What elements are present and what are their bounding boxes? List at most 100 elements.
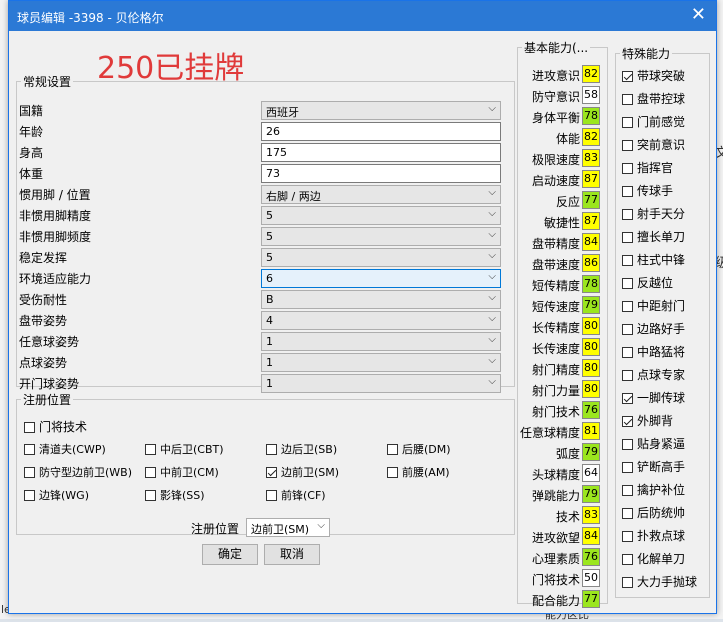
- ok-button[interactable]: 确定: [202, 544, 258, 565]
- ability-name: 配合能力: [531, 594, 580, 608]
- setting-select[interactable]: 5 ⌵: [261, 227, 501, 246]
- ability-value[interactable]: 76: [582, 548, 600, 566]
- registered-position-select[interactable]: 边前卫(SM) ⌵: [246, 518, 330, 537]
- setting-select[interactable]: 6 ⌵: [261, 269, 501, 288]
- position-checkbox[interactable]: 清道夫(CWP): [24, 441, 106, 457]
- special-ability-checkbox[interactable]: 门前感觉: [622, 113, 685, 135]
- setting-row: 环境适应能力 6 ⌵: [17, 268, 507, 288]
- setting-select[interactable]: B ⌵: [261, 290, 501, 309]
- ability-row: 长传速度 80: [502, 337, 602, 358]
- special-ability-checkbox[interactable]: 外脚背: [622, 412, 673, 434]
- chevron-down-icon: ⌵: [488, 229, 496, 240]
- position-checkbox[interactable]: 中前卫(CM): [145, 464, 219, 480]
- ability-row: 配合能力 77: [502, 589, 602, 610]
- ability-value[interactable]: 77: [582, 191, 600, 209]
- position-checkbox[interactable]: 边后卫(SB): [266, 441, 337, 457]
- special-ability-checkbox[interactable]: 铲断高手: [622, 458, 685, 480]
- position-checkbox[interactable]: 门将技术: [24, 418, 87, 435]
- special-abilities-group: 特殊能力 带球突破 盘带控球 门前感觉 突前意识 指挥官 传球手 射手天分 擅长单刀 柱式中锋反…: [615, 45, 710, 598]
- setting-select[interactable]: 5 ⌵: [261, 206, 501, 225]
- special-ability-checkbox[interactable]: 射手天分: [622, 205, 685, 227]
- ability-value[interactable]: 58: [582, 86, 600, 104]
- setting-select[interactable]: 右脚 / 两边 ⌵: [261, 185, 501, 204]
- ability-name: 长传速度: [531, 342, 580, 356]
- position-checkbox[interactable]: 边锋(WG): [24, 487, 89, 503]
- special-ability-checkbox[interactable]: 边路好手: [622, 320, 685, 342]
- special-ability-label: 带球突破: [637, 69, 686, 83]
- ability-value[interactable]: 84: [582, 233, 600, 251]
- special-ability-checkbox[interactable]: 化解单刀: [622, 550, 685, 572]
- setting-row: 稳定发挥 5 ⌵: [17, 247, 507, 267]
- special-ability-checkbox[interactable]: 中距射门: [622, 297, 685, 319]
- ability-value[interactable]: 79: [582, 296, 600, 314]
- ability-value[interactable]: 82: [582, 128, 600, 146]
- position-checkbox[interactable]: 前锋(CF): [266, 487, 326, 503]
- position-label: 前腰(AM): [402, 466, 450, 479]
- special-ability-checkbox[interactable]: 柱式中锋: [622, 251, 685, 273]
- ability-value[interactable]: 80: [582, 380, 600, 398]
- setting-input[interactable]: 73: [261, 164, 501, 183]
- position-checkbox[interactable]: 影锋(SS): [145, 487, 205, 503]
- checkbox-icon: [622, 186, 633, 197]
- special-ability-checkbox[interactable]: 盘带控球: [622, 90, 685, 112]
- special-ability-checkbox[interactable]: 后防统帅: [622, 504, 685, 526]
- ability-value[interactable]: 82: [582, 65, 600, 83]
- special-ability-checkbox[interactable]: 擅长单刀: [622, 228, 685, 250]
- ability-value[interactable]: 79: [582, 485, 600, 503]
- close-icon[interactable]: ✕: [691, 5, 706, 25]
- ability-value[interactable]: 80: [582, 338, 600, 356]
- ability-value[interactable]: 87: [582, 212, 600, 230]
- special-ability-checkbox[interactable]: 突前意识: [622, 136, 685, 158]
- setting-select[interactable]: 1 ⌵: [261, 353, 501, 372]
- ability-value[interactable]: 81: [582, 422, 600, 440]
- chevron-down-icon: ⌵: [488, 208, 496, 219]
- cancel-button[interactable]: 取消: [264, 544, 320, 565]
- setting-select[interactable]: 西班牙 ⌵: [261, 101, 501, 120]
- checkbox-icon: [266, 467, 277, 478]
- position-checkbox[interactable]: 中后卫(CBT): [145, 441, 224, 457]
- ability-value[interactable]: 83: [582, 149, 600, 167]
- ability-value[interactable]: 64: [582, 464, 600, 482]
- special-ability-checkbox[interactable]: 扑救点球: [622, 527, 685, 549]
- special-ability-checkbox[interactable]: 指挥官: [622, 159, 673, 181]
- ability-row: 射门技术 76: [502, 400, 602, 421]
- ability-name: 反应: [555, 195, 580, 209]
- setting-input[interactable]: 175: [261, 143, 501, 162]
- special-ability-checkbox[interactable]: 擒护补位: [622, 481, 685, 503]
- setting-select[interactable]: 1 ⌵: [261, 332, 501, 351]
- ability-value[interactable]: 80: [582, 317, 600, 335]
- ability-value[interactable]: 50: [582, 569, 600, 587]
- setting-select[interactable]: 4 ⌵: [261, 311, 501, 330]
- ability-value[interactable]: 87: [582, 170, 600, 188]
- position-checkbox[interactable]: 前腰(AM): [387, 464, 450, 480]
- special-ability-checkbox[interactable]: 传球手: [622, 182, 673, 204]
- special-ability-checkbox[interactable]: 反越位: [622, 274, 673, 296]
- ability-value[interactable]: 80: [582, 359, 600, 377]
- setting-value: 5: [266, 251, 273, 264]
- special-ability-checkbox[interactable]: 带球突破: [622, 67, 685, 89]
- ability-value[interactable]: 76: [582, 401, 600, 419]
- ability-value[interactable]: 86: [582, 254, 600, 272]
- position-checkbox[interactable]: 防守型边前卫(WB): [24, 464, 132, 480]
- position-checkbox[interactable]: 边前卫(SM): [266, 464, 339, 480]
- special-ability-checkbox[interactable]: 点球专家: [622, 366, 685, 388]
- special-ability-checkbox[interactable]: 大力手抛球: [622, 573, 697, 595]
- ability-value[interactable]: 83: [582, 506, 600, 524]
- ability-value[interactable]: 84: [582, 527, 600, 545]
- special-ability-checkbox[interactable]: 中路猛将: [622, 343, 685, 365]
- ability-value[interactable]: 77: [582, 590, 600, 608]
- special-ability-checkbox[interactable]: 贴身紧逼: [622, 435, 685, 457]
- ability-value[interactable]: 78: [582, 275, 600, 293]
- setting-row: 开门球姿势 1 ⌵: [17, 373, 507, 393]
- ability-row: 长传精度 80: [502, 316, 602, 337]
- ability-row: 启动速度 87: [502, 169, 602, 190]
- ability-value[interactable]: 79: [582, 443, 600, 461]
- setting-input[interactable]: 26: [261, 122, 501, 141]
- setting-value: 5: [266, 209, 273, 222]
- checkbox-icon: [622, 255, 633, 266]
- special-ability-checkbox[interactable]: 一脚传球: [622, 389, 685, 411]
- ability-value[interactable]: 78: [582, 107, 600, 125]
- ability-row: 弹跳能力 79: [502, 484, 602, 505]
- position-checkbox[interactable]: 后腰(DM): [387, 441, 451, 457]
- setting-select[interactable]: 5 ⌵: [261, 248, 501, 267]
